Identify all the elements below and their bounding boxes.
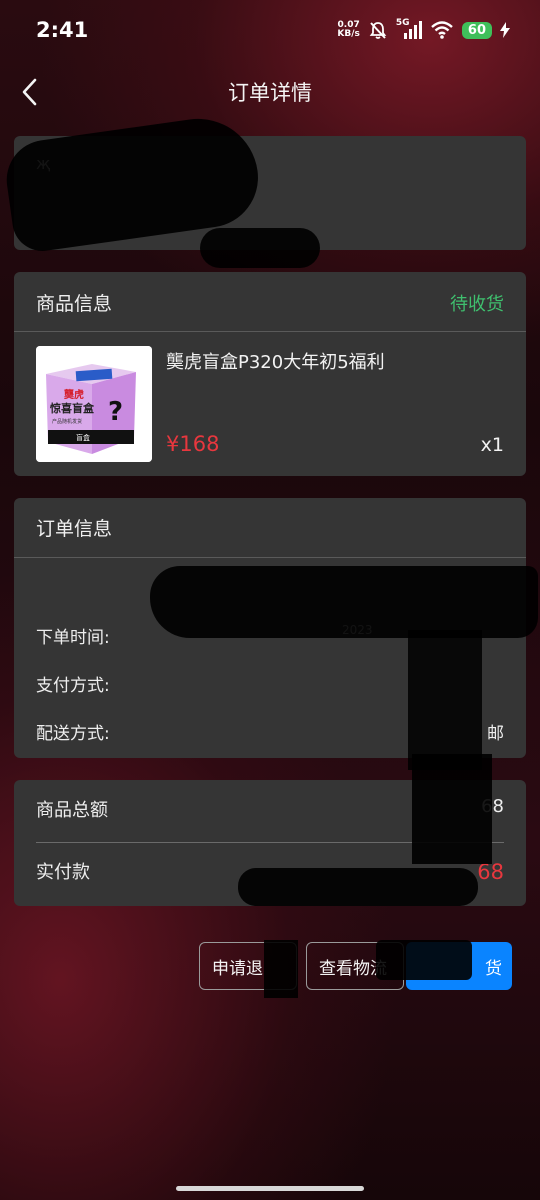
thumb-footer: 盲盒 (76, 433, 90, 442)
divider (14, 331, 526, 332)
redaction-blob (408, 630, 482, 770)
payment-method-label: 支付方式: (36, 676, 110, 696)
network-speed-unit: KB/s (337, 29, 360, 39)
mystery-box-image: 龑虎 惊喜盲盒 产品随机发货 ? 盲盒 (36, 346, 152, 462)
network-speed: 0.07 KB/s (337, 21, 359, 39)
thumb-brand: 龑虎 (64, 388, 84, 401)
divider (14, 557, 526, 558)
product-card: 商品信息 待收货 龑虎 惊喜盲盒 产品随机发货 ? 盲盒 龑虎盲盒P320大年初… (14, 272, 526, 476)
status-time: 2:41 (36, 18, 89, 42)
wifi-icon (431, 21, 453, 39)
nav-bar: 订单详情 (0, 64, 540, 120)
status-bar: 2:41 0.07 KB/s 5G 60 (0, 0, 540, 64)
order-section-title: 订单信息 (36, 518, 113, 540)
redaction-blob (200, 228, 320, 268)
status-icons: 0.07 KB/s 5G 60 (337, 18, 510, 40)
page-title: 订单详情 (228, 81, 312, 105)
delivery-method-label: 配送方式: (36, 724, 110, 744)
request-refund-label: 申请退 (212, 958, 263, 979)
product-thumbnail[interactable]: 龑虎 惊喜盲盒 产品随机发货 ? 盲盒 (36, 346, 152, 462)
redaction-blob (264, 940, 298, 998)
order-status-badge: 待收货 (450, 294, 504, 315)
mute-bell-icon (369, 22, 387, 39)
paid-amount-label: 实付款 (36, 862, 90, 883)
product-quantity: x1 (480, 434, 504, 456)
battery-level: 60 (461, 21, 492, 39)
redaction-blob (150, 566, 538, 638)
confirm-receipt-label: 货 (485, 958, 502, 979)
thumb-tagline: 产品随机发货 (52, 418, 82, 425)
redaction-blob (238, 868, 478, 906)
charging-icon (500, 22, 510, 38)
cell-signal-icon: 5G (396, 18, 422, 40)
delivery-method-value: 邮 (487, 724, 504, 744)
product-price: ¥168 (166, 432, 220, 456)
goods-total-label: 商品总额 (36, 800, 108, 821)
product-name[interactable]: 龑虎盲盒P320大年初5福利 (166, 348, 385, 374)
home-indicator[interactable] (176, 1186, 364, 1191)
redaction-blob (412, 754, 492, 864)
order-time-label: 下单时间: (36, 628, 110, 648)
product-section-title: 商品信息 (36, 293, 113, 315)
thumb-headline: 惊喜盲盒 (50, 401, 95, 415)
thumb-question: ? (108, 397, 123, 427)
redaction-blob (376, 940, 472, 980)
